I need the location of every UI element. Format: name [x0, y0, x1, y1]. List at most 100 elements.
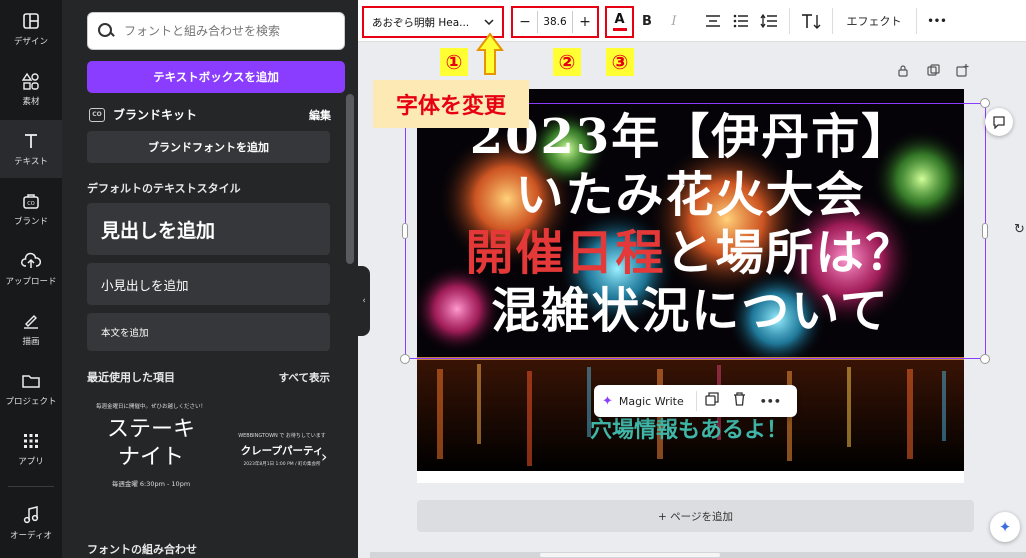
increase-size-button[interactable]: + — [573, 14, 597, 30]
rail-item-apps[interactable]: アプリ — [0, 420, 62, 478]
layout-icon — [22, 11, 40, 31]
chevron-down-icon — [484, 17, 494, 28]
annotation-number-1: ① — [440, 48, 468, 76]
rail-item-projects[interactable]: プロジェクト — [0, 360, 62, 418]
font-family-value: あおぞら明朝 Hea... — [372, 16, 470, 29]
rotate-icon[interactable]: ↻ — [1014, 222, 1025, 237]
rail-item-text[interactable]: テキスト — [0, 120, 62, 178]
annotation-number-2: ② — [553, 48, 581, 76]
folder-icon — [22, 371, 40, 391]
add-body-button[interactable]: 本文を追加 — [87, 313, 330, 351]
rail-label: 描画 — [22, 337, 40, 347]
font-size-input[interactable]: 38.6 — [537, 11, 573, 33]
rail-item-elements[interactable]: 素材 — [0, 60, 62, 118]
toolbar-divider — [832, 8, 833, 34]
panel-scrollbar[interactable] — [346, 94, 354, 264]
arrow-up-icon — [476, 32, 504, 75]
rail-label: 素材 — [22, 97, 40, 107]
add-heading-button[interactable]: 見出しを追加 — [87, 203, 330, 255]
bullet-list-icon[interactable] — [732, 10, 750, 32]
align-center-icon[interactable] — [704, 10, 722, 32]
magic-write-button[interactable]: Magic Write — [619, 395, 684, 408]
font-search-input[interactable] — [124, 24, 344, 38]
annotation-number-3: ③ — [606, 48, 634, 76]
recent-item-crepe[interactable]: WEBBINGTOWN で お待ちしています クレープパーティ 2023年8月1… — [232, 432, 332, 467]
rail-item-upload[interactable]: アップロード — [0, 240, 62, 298]
toolbar-divider — [916, 8, 917, 34]
resize-handle-right[interactable] — [982, 223, 988, 239]
font-search-box[interactable] — [87, 12, 345, 50]
show-all-link[interactable]: すべて表示 — [279, 370, 330, 385]
brandkit-header: CO ブランドキット 編集 — [89, 106, 331, 123]
duplicate-icon[interactable] — [705, 392, 719, 410]
add-textbox-button[interactable]: テキストボックスを追加 — [87, 61, 345, 93]
rail-label: デザイン — [13, 37, 48, 47]
music-icon — [23, 505, 39, 525]
font-size-stepper[interactable]: − 38.6 + — [511, 6, 599, 38]
elements-icon — [22, 71, 40, 91]
bold-button[interactable]: B — [640, 10, 654, 32]
brandkit-icon: CO — [89, 107, 105, 122]
text-selection-box[interactable] — [405, 103, 986, 359]
add-brand-font-button[interactable]: ブランドフォントを追加 — [87, 131, 330, 163]
color-swatch-bar — [612, 28, 627, 31]
resize-handle-left[interactable] — [402, 223, 408, 239]
collapse-panel-handle[interactable]: ‹ — [358, 266, 370, 336]
text-icon — [22, 131, 40, 151]
rail-divider — [8, 486, 54, 487]
decrease-size-button[interactable]: − — [513, 14, 537, 30]
recent-item-caption: 毎週金曜日に開催中。ぜひお越しください！ — [95, 404, 206, 410]
resize-handle-bottom-left[interactable] — [400, 354, 410, 364]
lock-icon[interactable] — [897, 64, 909, 80]
rail-item-audio[interactable]: オーディオ — [0, 494, 62, 552]
brand-icon: CO — [22, 191, 40, 211]
recent-item-steak[interactable]: 毎週金曜日に開催中。ぜひお越しください！ ステーキ ナイト 毎週金曜 6:30p… — [87, 402, 215, 512]
svg-text:CO: CO — [27, 201, 34, 207]
rail-label: アプリ — [18, 457, 44, 467]
resize-handle-bottom-right[interactable] — [980, 354, 990, 364]
default-styles-title: デフォルトのテキストスタイル — [87, 182, 241, 195]
text-color-button[interactable]: A — [605, 6, 634, 38]
add-subheading-button[interactable]: 小見出しを追加 — [87, 263, 330, 305]
comment-icon[interactable] — [985, 108, 1013, 136]
delete-icon[interactable] — [733, 392, 746, 410]
text-panel: テキストボックスを追加 CO ブランドキット 編集 ブランドフォントを追加 デフ… — [62, 0, 358, 558]
line-spacing-icon[interactable] — [760, 10, 778, 32]
rail-label: アップロード — [5, 277, 57, 287]
recent-item-caption: WEBBINGTOWN で お待ちしています — [238, 433, 326, 439]
chevron-right-icon[interactable]: › — [321, 447, 327, 466]
rail-item-draw[interactable]: 描画 — [0, 300, 62, 358]
brandkit-title: ブランドキット — [113, 108, 198, 122]
draw-icon — [22, 311, 40, 331]
annotation-label: 字体を変更 — [373, 80, 529, 128]
more-options-button[interactable]: ••• — [926, 10, 948, 32]
recent-item-date: 2023年8月1日 1:00 PM / 町の集会所 — [243, 462, 321, 467]
recent-item-title: クレープパーティ — [240, 445, 324, 457]
page-bottom-margin — [417, 471, 964, 483]
toolbar-divider — [789, 8, 790, 34]
duplicate-page-icon[interactable] — [927, 64, 940, 80]
upload-icon — [21, 251, 41, 271]
rail-item-design[interactable]: デザイン — [0, 0, 62, 58]
more-icon[interactable]: ••• — [760, 395, 781, 408]
recent-item-title-line1: ステーキ — [106, 417, 195, 442]
vertical-text-icon[interactable] — [800, 10, 822, 32]
search-icon — [98, 23, 114, 39]
brandkit-edit-link[interactable]: 編集 — [309, 107, 331, 123]
resize-handle-top-right[interactable] — [980, 98, 990, 108]
italic-button[interactable]: I — [667, 10, 681, 32]
effects-button[interactable]: エフェクト — [843, 10, 905, 32]
context-menu: ✦ Magic Write ••• — [594, 385, 797, 417]
rail-item-brand[interactable]: CO ブランド — [0, 180, 62, 238]
add-page-icon[interactable] — [956, 64, 969, 80]
recent-item-title-line2: ナイト — [117, 445, 184, 470]
icon-rail: デザイン 素材 テキスト CO ブランド アップロード 描画 プロジェクト アプ… — [0, 0, 62, 558]
magic-assist-icon[interactable]: ✦ — [990, 512, 1020, 542]
add-page-button[interactable]: + ページを追加 — [417, 500, 974, 532]
horizontal-scrollbar-thumb[interactable] — [540, 553, 720, 557]
rail-label: オーディオ — [10, 531, 52, 541]
rail-label: プロジェクト — [5, 397, 57, 407]
rail-label: ブランド — [13, 217, 48, 227]
rail-label: テキスト — [14, 157, 48, 167]
menu-divider — [695, 391, 697, 411]
